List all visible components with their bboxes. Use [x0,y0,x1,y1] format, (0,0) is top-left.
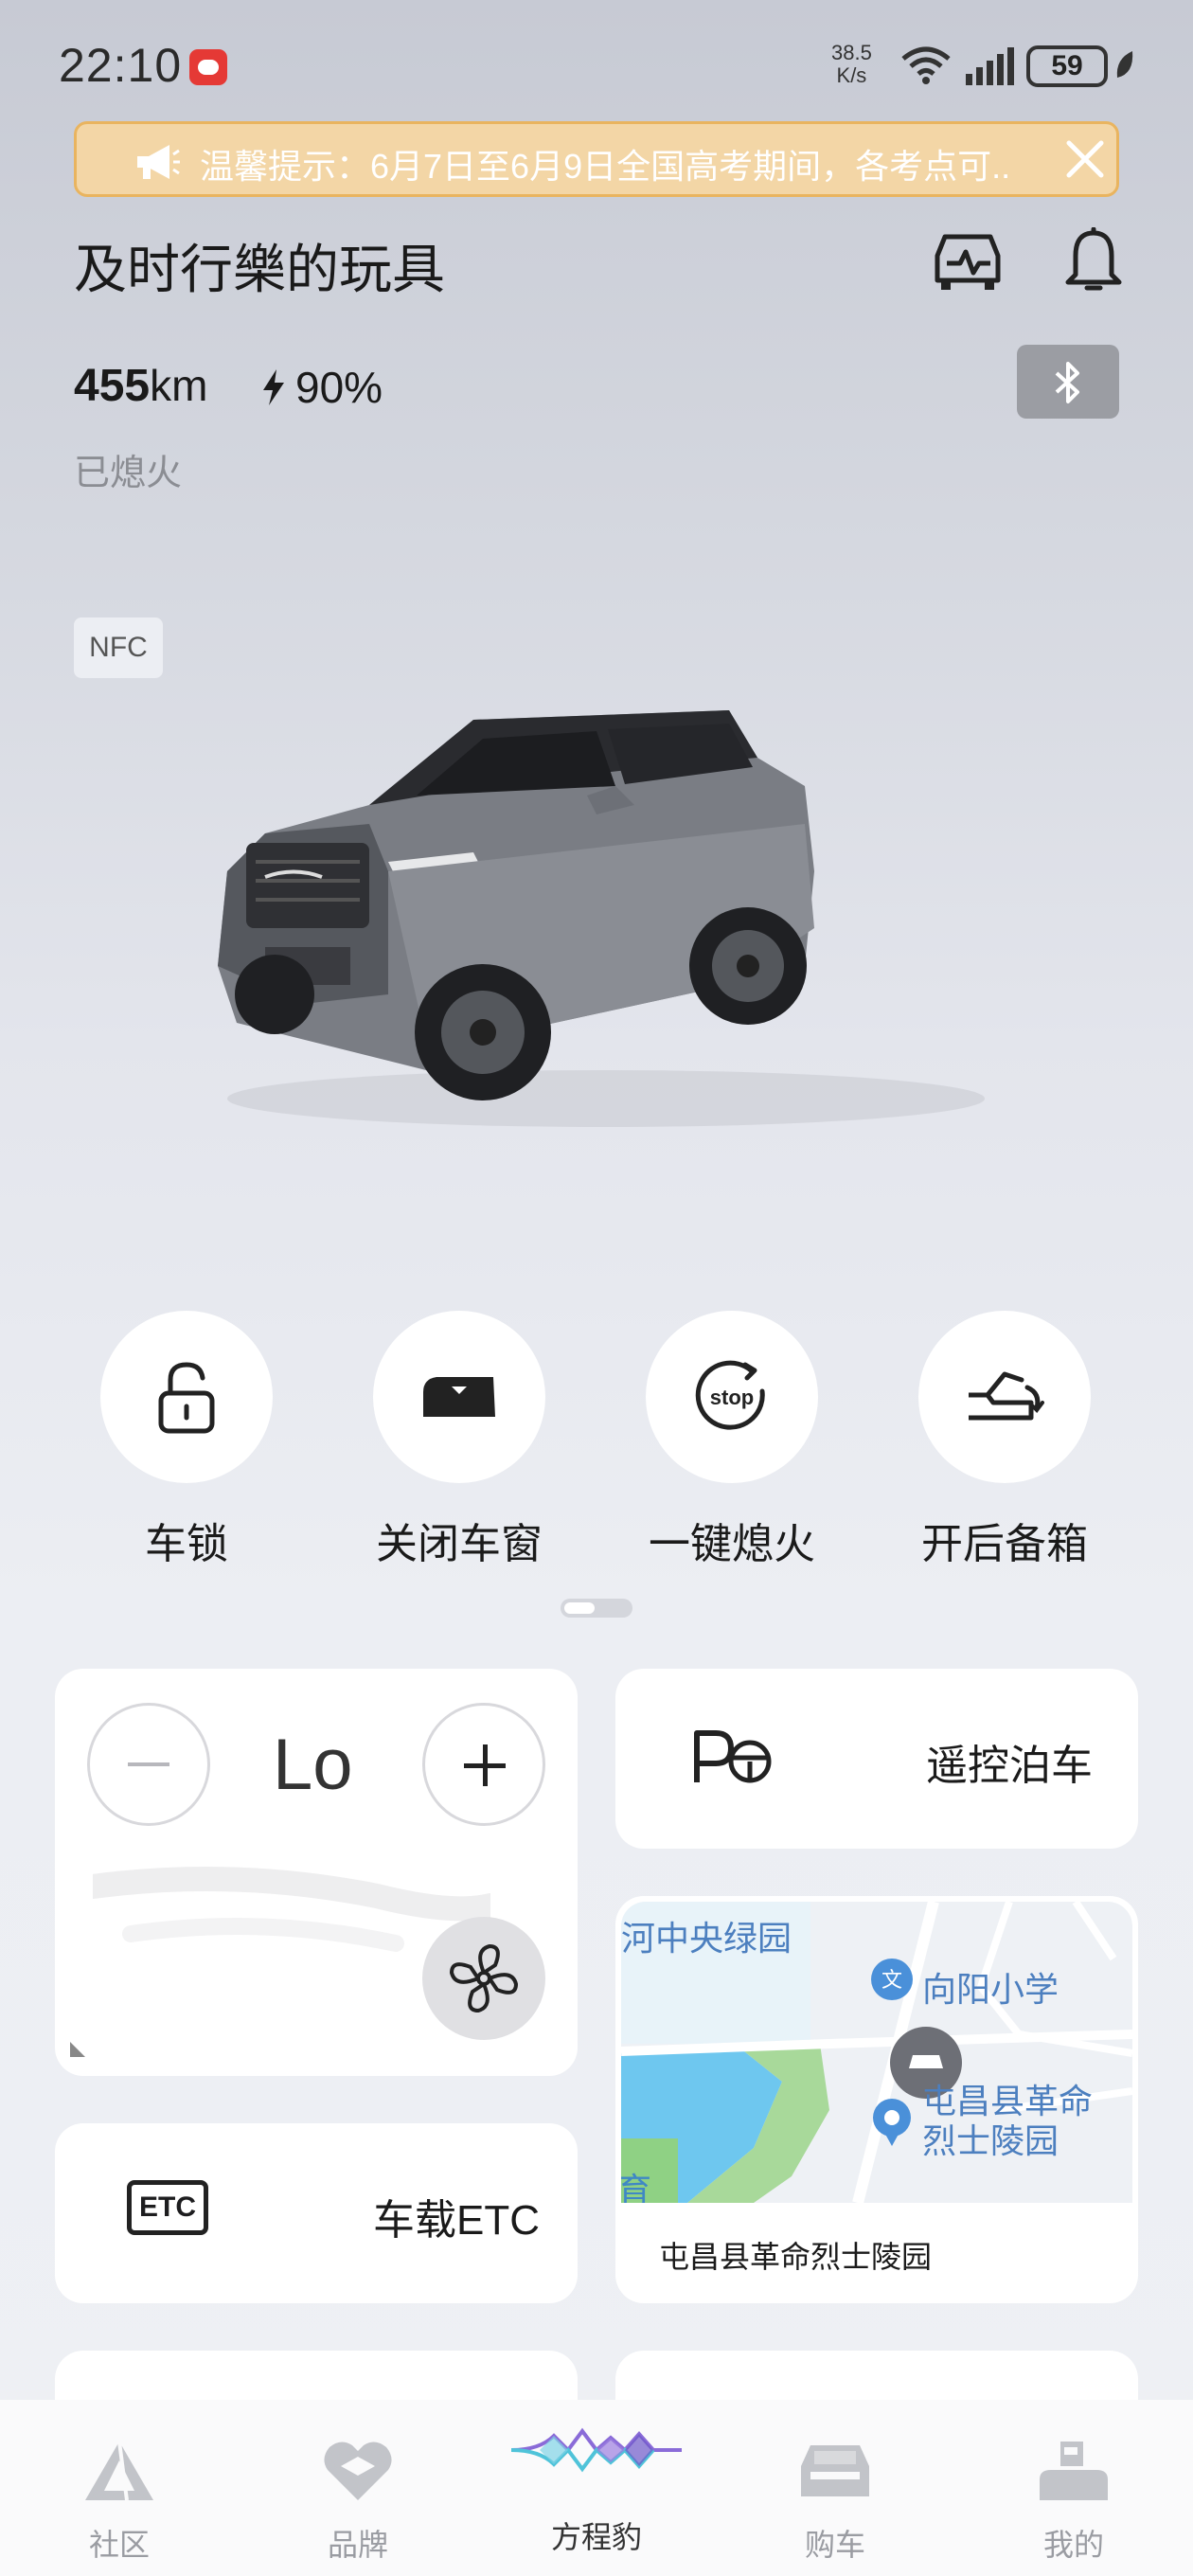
map-label-partial: 育 [621,2171,652,2203]
nav-label: 我的 [1042,2528,1104,2562]
location-map-card[interactable]: 文 河中央绿园 向阳小学 屯昌县革命 烈士陵园 育 屯昌县革命烈士陵园 [615,1896,1138,2303]
car-image [218,710,985,1127]
banner-text: 温馨提示：6月7日至6月9日全国高考期间，各考点可.. [200,147,1011,186]
close-icon[interactable] [1063,137,1107,181]
bluetooth-button[interactable] [1017,345,1119,419]
nav-label: 购车 [804,2528,865,2562]
charge-level: 90% [295,363,383,412]
nav-fangchengbao[interactable]: 方程豹 [502,2400,691,2576]
brand-icon [324,2442,392,2500]
temperature-decrease-button[interactable] [87,1703,210,1826]
remote-parking-icon [694,1730,772,1783]
map-label-school: 向阳小学 [922,1970,1059,2009]
bluetooth-icon [1055,362,1079,403]
nav-brand[interactable]: 品牌 [263,2400,453,2576]
quick-control-window[interactable]: 关闭车窗 [373,1311,545,1567]
quick-control-stop[interactable]: stop 一键熄火 [646,1311,818,1567]
quick-control-trunk[interactable]: 开后备箱 [918,1311,1091,1567]
quick-control-label: 一键熄火 [649,1521,815,1567]
battery-icon: 59 [1026,45,1108,87]
car-name: 及时行樂的玩具 [74,240,445,299]
profile-icon [1040,2442,1108,2500]
quick-control-label: 关闭车窗 [376,1521,543,1567]
fangchengbao-logo [511,2427,682,2473]
quick-control-label: 车锁 [145,1521,228,1567]
car-purchase-icon [801,2445,869,2496]
svg-text:stop: stop [710,1386,754,1409]
range-unit: km [150,361,208,410]
map-label-cemetery-line1: 屯昌县革命 [922,2082,1094,2120]
engine-stop-button[interactable]: stop [646,1311,818,1483]
notification-app-icon [189,49,227,85]
community-icon [85,2441,153,2501]
window-icon [423,1377,495,1417]
bell-icon[interactable] [1064,227,1123,295]
stop-icon: stop [695,1360,765,1430]
lock-button[interactable] [100,1311,273,1483]
network-speed: 38.5 K/s [831,42,872,87]
map-label-cemetery: 屯昌县革命 烈士陵园 [922,2082,1093,2161]
signal-icon [966,47,1014,85]
nav-buy-car[interactable]: 购车 [740,2400,930,2576]
notice-banner[interactable]: 温馨提示：6月7日至6月9日全国高考期间，各考点可.. [74,121,1119,197]
lock-icon [158,1362,215,1434]
wifi-icon [901,46,951,84]
nav-label: 社区 [88,2528,150,2562]
etc-label: 车载ETC [373,2197,540,2244]
remote-parking-label: 遥控泊车 [926,1743,1093,1789]
map-label-cemetery-line2: 烈士陵园 [922,2121,1059,2160]
quick-control-label: 开后备箱 [921,1521,1088,1567]
engine-status: 已熄火 [74,454,183,493]
fan-icon [450,1944,518,2012]
etc-icon: ETC [127,2180,208,2235]
temperature-increase-button[interactable] [422,1703,545,1826]
fan-button[interactable] [422,1917,545,2040]
status-time: 22:10 [59,39,183,92]
bolt-icon [263,369,284,405]
range-value: 455 [74,361,151,411]
temperature-value: Lo [273,1725,353,1805]
network-speed-unit: K/s [836,63,867,87]
remote-parking-card[interactable]: 遥控泊车 [615,1669,1138,1849]
range-display: 455km [74,360,207,412]
open-trunk-button[interactable] [918,1311,1091,1483]
etc-card[interactable]: ETC 车载ETC [55,2123,578,2303]
nav-community[interactable]: 社区 [25,2400,214,2576]
trunk-icon [969,1371,1044,1421]
vehicle-health-icon[interactable] [932,227,1004,294]
nav-profile[interactable]: 我的 [979,2400,1168,2576]
nav-label: 方程豹 [550,2520,642,2554]
page-indicator [561,1599,632,1618]
nfc-badge[interactable]: NFC [74,617,163,678]
close-window-button[interactable] [373,1311,545,1483]
corner-indicator [70,2042,85,2057]
climate-card[interactable]: Lo [55,1669,578,2076]
bottom-navigation: 社区 品牌 方程豹 购车 我的 [0,2400,1193,2576]
map-location-caption: 屯昌县革命烈士陵园 [659,2240,933,2274]
leaf-icon [1116,51,1133,78]
map-view[interactable]: 文 河中央绿园 向阳小学 屯昌县革命 烈士陵园 育 [621,1902,1132,2203]
map-label-park: 河中央绿园 [621,1919,792,1958]
megaphone-icon [137,145,180,179]
nav-label: 品牌 [327,2528,388,2562]
quick-control-lock[interactable]: 车锁 [100,1311,273,1567]
network-speed-value: 38.5 [831,41,872,64]
status-bar: 22:10 38.5 K/s 59 [0,0,1193,133]
